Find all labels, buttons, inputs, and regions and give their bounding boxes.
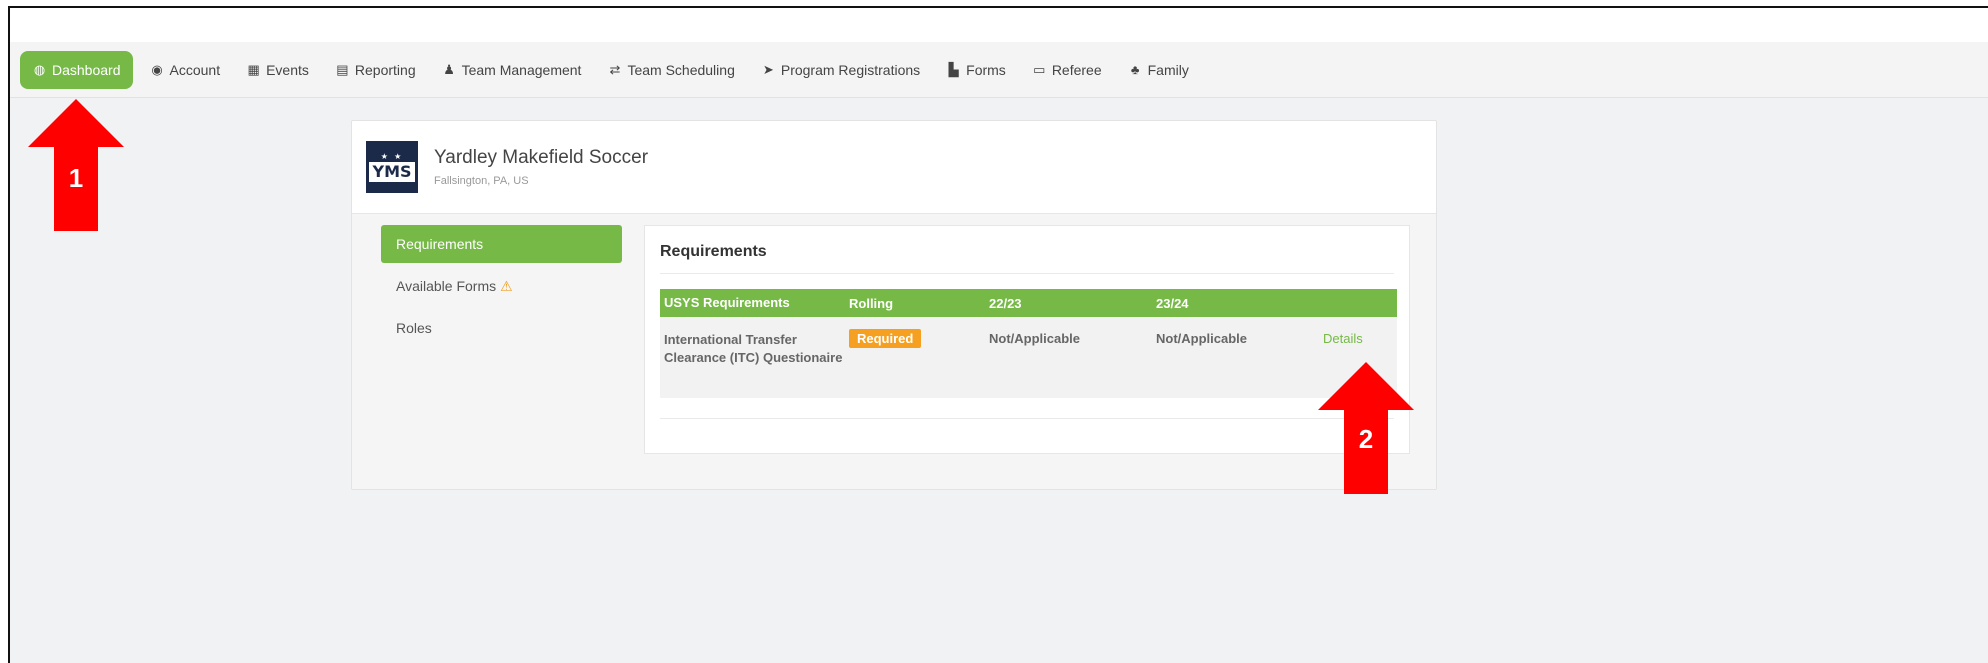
requirements-table: USYS Requirements Rolling 22/23 23/24 In… [660,289,1397,398]
calendar-icon: ▦ [247,62,260,77]
nav-label: Family [1147,61,1189,78]
nav-label: Account [169,61,221,78]
org-info: Yardley Makefield Soccer Fallsington, PA… [434,147,648,187]
nav-referee[interactable]: ▭ Referee [1023,51,1111,89]
panel-title: Requirements [660,243,767,260]
document-icon: ▤ [336,62,349,77]
column-header: USYS Requirements [664,295,790,310]
nav-forms[interactable]: ▙ Forms [937,51,1015,89]
calendar-outline-icon: ▭ [1033,62,1046,77]
nav-label: Dashboard [52,61,121,78]
table-row: International Transfer Clearance (ITC) Q… [660,317,1397,398]
nav-label: Forms [966,61,1006,78]
annotation-arrow-2: 2 [1318,362,1414,494]
exchange-icon: ⇄ [609,62,621,77]
org-name: Yardley Makefield Soccer [434,147,649,168]
requirements-panel: Requirements USYS Requirements Rolling 2… [644,225,1410,454]
nav-account[interactable]: ◉ Account [141,51,230,89]
requirement-name: International Transfer Clearance (ITC) Q… [664,332,843,365]
nav-team-scheduling[interactable]: ⇄ Team Scheduling [598,51,743,89]
arrow-up-icon: 2 [1318,362,1414,494]
logo-stars: ★ ★ [380,151,404,161]
divider [660,273,1394,274]
sidebar-item-label: Requirements [396,236,484,252]
details-link[interactable]: Details [1323,331,1363,346]
table-header: USYS Requirements Rolling 22/23 23/24 [660,289,1397,317]
nav-reporting[interactable]: ▤ Reporting [326,51,425,89]
status-badge: Required [849,329,922,348]
warning-icon: ⚠ [500,277,513,294]
users-icon: ♟ [443,62,455,77]
nav-label: Events [266,61,309,78]
sidebar-item-roles[interactable]: Roles [381,309,622,347]
org-location: Fallsington, PA, US [434,175,529,187]
nav-label: Program Registrations [780,61,921,78]
nav-family[interactable]: ♣ Family [1119,51,1198,89]
dashboard-icon: ◍ [33,62,46,77]
sidebar-item-label: Available Forms [396,278,497,294]
arrow-up-icon: 1 [28,99,124,231]
sidebar-item-requirements[interactable]: Requirements [381,225,622,263]
details-cell: Details [1323,331,1397,346]
sitemap-icon: ♣ [1130,62,1140,77]
sidebar-item-available-forms[interactable]: Available Forms ⚠ [381,267,622,305]
logo-text: YMS [369,161,415,182]
rolling-cell: Required [849,329,989,348]
file-icon: ▙ [948,62,959,77]
annotation-arrow-1: 1 [28,99,124,231]
sidebar-item-label: Roles [396,320,432,336]
nav-label: Team Scheduling [627,61,735,78]
main-nav: ◍ Dashboard ◉ Account ▦ Events ▤ Reporti… [10,42,1988,98]
org-header: ★ ★ YMS Yardley Makefield Soccer Fallsin… [352,121,1436,214]
top-bar [10,8,1988,42]
card-body: Requirements Available Forms ⚠ Roles Req… [352,214,1436,489]
annotation-label-2: 2 [1359,424,1373,454]
column-header: 22/23 [989,295,1022,311]
column-header: 23/24 [1156,295,1189,311]
annotation-label-1: 1 [69,163,83,193]
nav-events[interactable]: ▦ Events [237,51,318,89]
send-icon: ➤ [762,62,774,77]
nav-team-management[interactable]: ♟ Team Management [433,51,591,89]
org-logo: ★ ★ YMS [366,141,418,193]
nav-label: Reporting [354,61,416,78]
season-2324-cell: Not/Applicable [1156,331,1248,346]
season-2223-cell: Not/Applicable [989,331,1081,346]
column-header: Rolling [849,295,894,311]
user-circle-icon: ◉ [151,62,163,77]
divider [660,418,1394,419]
app-frame: ◍ Dashboard ◉ Account ▦ Events ▤ Reporti… [8,6,1988,663]
sidebar: Requirements Available Forms ⚠ Roles [381,225,622,351]
organization-card: ★ ★ YMS Yardley Makefield Soccer Fallsin… [351,120,1437,490]
nav-label: Team Management [461,61,582,78]
nav-label: Referee [1051,61,1102,78]
nav-program-registrations[interactable]: ➤ Program Registrations [752,51,929,89]
nav-dashboard[interactable]: ◍ Dashboard [20,50,133,89]
